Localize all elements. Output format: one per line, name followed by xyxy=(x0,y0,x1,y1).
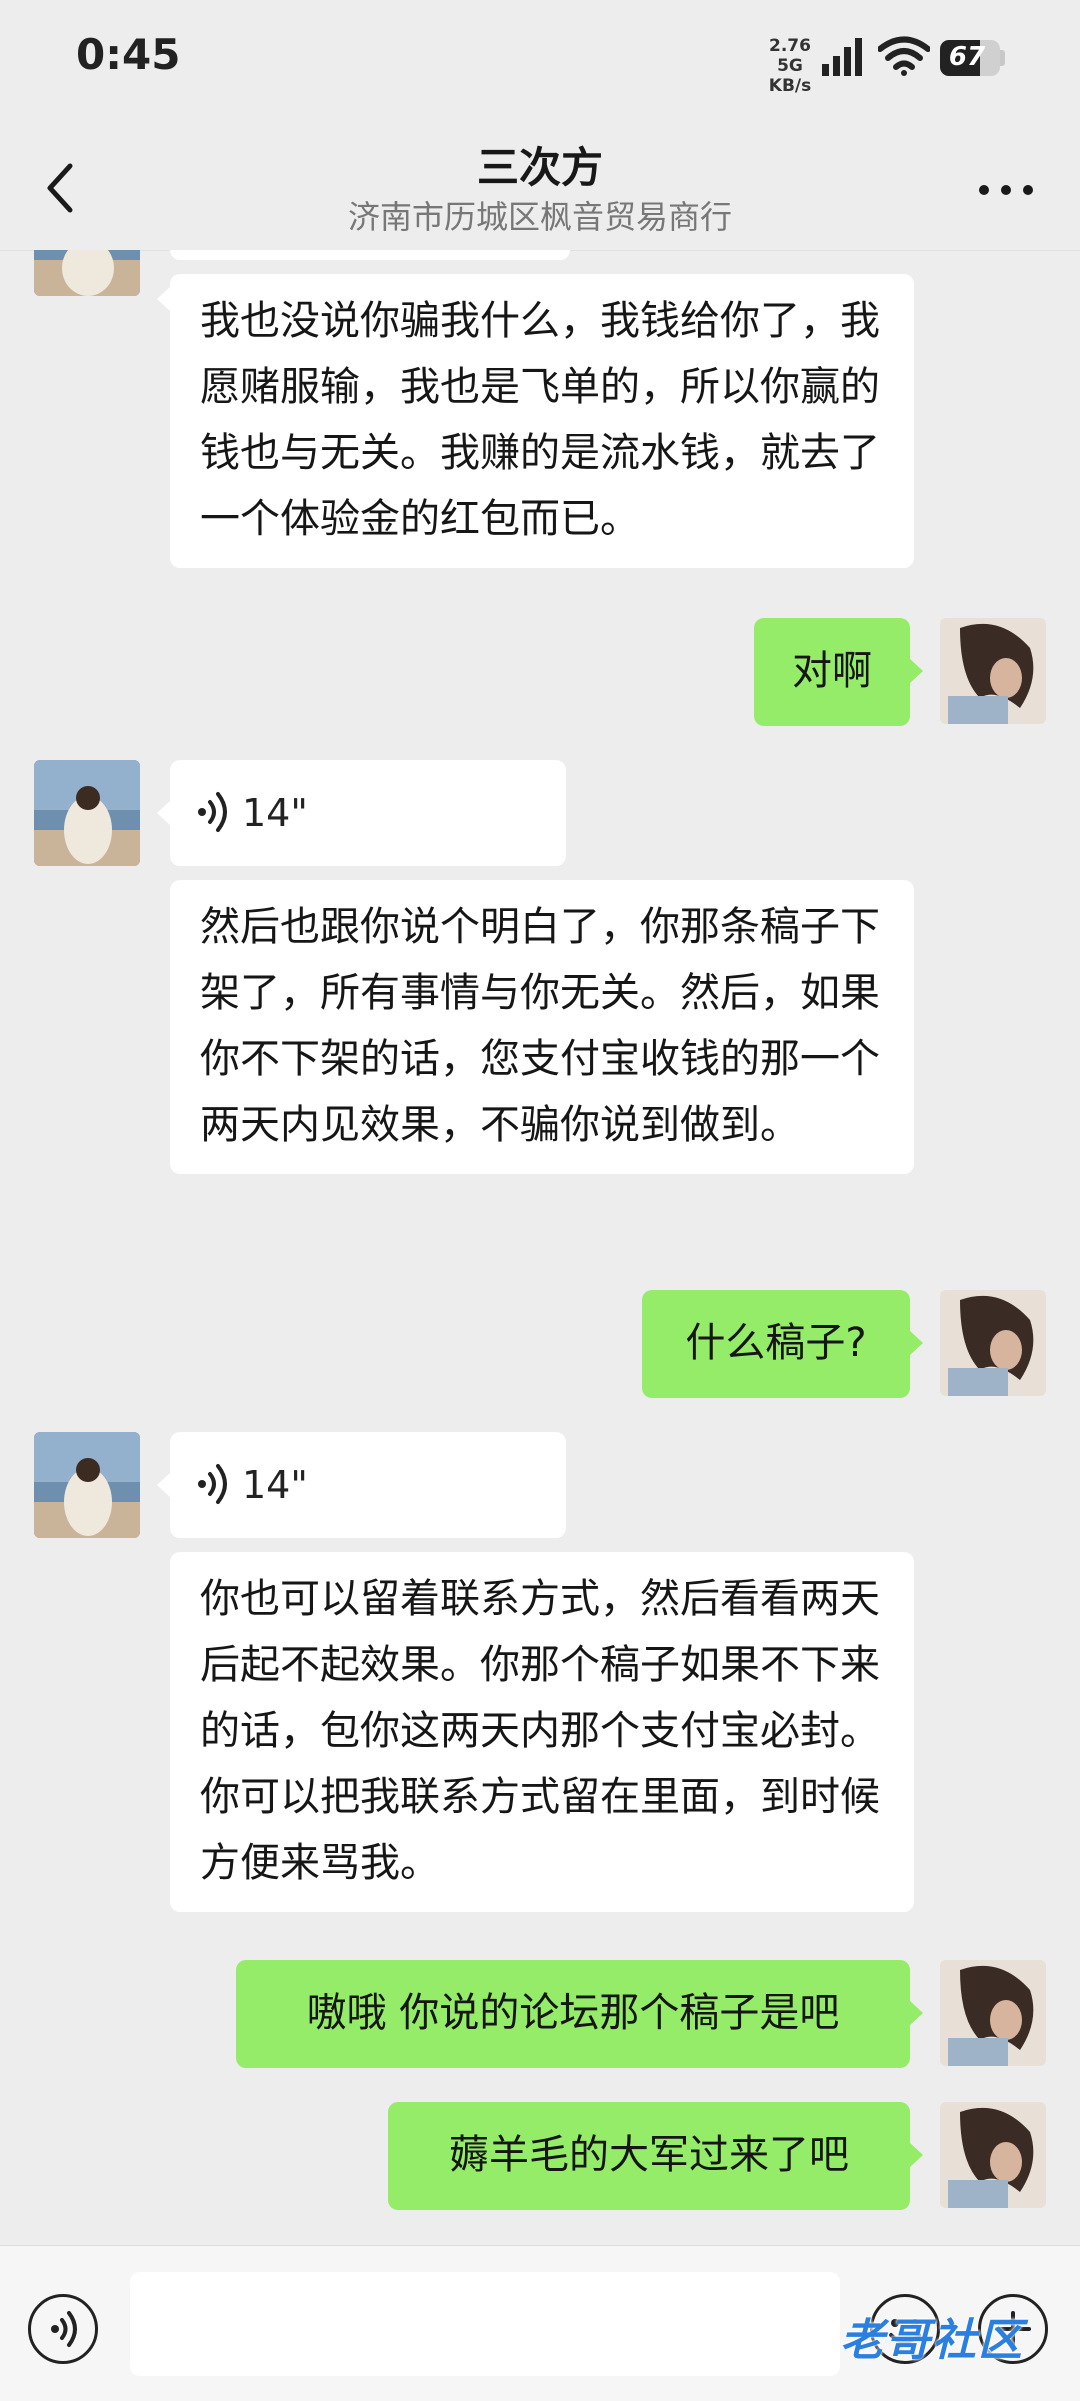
signal-icon xyxy=(822,38,862,76)
message-text: 我也没说你骗我什么，我钱给你了，我愿赌服输，我也是飞单的，所以你赢的钱也与无关。… xyxy=(200,298,880,542)
message-text: 嗷哦 你说的论坛那个稿子是吧 xyxy=(306,1990,840,2036)
battery-icon: 67 xyxy=(940,40,1000,76)
message-bubble[interactable]: 薅羊毛的大军过来了吧 xyxy=(388,2102,910,2210)
bubble-tail xyxy=(157,1472,171,1498)
net-speed-unit: KB/s xyxy=(768,76,812,96)
watermark: 老哥社区 xyxy=(840,2315,1024,2366)
message-bubble[interactable]: 我也没说你骗我什么，我钱给你了，我愿赌服输，我也是飞单的，所以你赢的钱也与无关。… xyxy=(170,274,914,568)
bubble-tail xyxy=(909,2142,923,2168)
message-bubble[interactable]: 嗷哦 你说的论坛那个稿子是吧 xyxy=(236,1960,910,2068)
status-time: 0:45 xyxy=(76,30,181,79)
voice-wave-icon xyxy=(198,792,227,832)
contact-avatar[interactable] xyxy=(34,250,140,296)
more-icon[interactable] xyxy=(976,180,1036,200)
message-text: 薅羊毛的大军过来了吧 xyxy=(449,2132,849,2178)
bubble-tail xyxy=(909,2000,923,2026)
status-bar: 0:45 2.76 5G KB/s 67 xyxy=(0,0,1080,120)
wifi-icon xyxy=(878,36,930,76)
message-bubble[interactable]: 对啊 xyxy=(754,618,910,726)
message-bubble-partial xyxy=(170,250,570,260)
my-avatar[interactable] xyxy=(940,2102,1046,2208)
message-bubble[interactable]: 什么稿子? xyxy=(642,1290,910,1398)
voice-duration: 14" xyxy=(242,1463,308,1507)
bubble-tail xyxy=(909,1330,923,1356)
message-text: 什么稿子? xyxy=(685,1320,867,1366)
chat-subtitle: 济南市历城区枫音贸易商行 xyxy=(347,198,732,236)
battery-level: 67 xyxy=(948,42,986,72)
bubble-tail xyxy=(157,286,171,312)
voice-wave-icon xyxy=(198,1464,227,1504)
message-bubble[interactable]: 然后也跟你说个明白了，你那条稿子下架了，所有事情与你无关。然后，如果你不下架的话… xyxy=(170,880,914,1174)
my-avatar[interactable] xyxy=(940,1960,1046,2066)
contact-avatar[interactable] xyxy=(34,760,140,866)
message-text: 你也可以留着联系方式，然后看看两天后起不起效果。你那个稿子如果不下来的话，包你这… xyxy=(200,1576,880,1886)
net-speed-value: 2.76 xyxy=(769,36,811,56)
bubble-tail xyxy=(909,658,923,684)
network-speed: 2.76 5G KB/s xyxy=(760,36,820,96)
message-text: 对啊 xyxy=(792,648,872,694)
bubble-tail xyxy=(157,800,171,826)
contact-avatar[interactable] xyxy=(34,1432,140,1538)
chat-title: 三次方 xyxy=(476,143,603,192)
message-text: 然后也跟你说个明白了，你那条稿子下架了，所有事情与你无关。然后，如果你不下架的话… xyxy=(200,904,880,1148)
voice-message[interactable]: 14" xyxy=(170,760,566,866)
battery-tip xyxy=(1000,50,1005,66)
message-bubble[interactable]: 你也可以留着联系方式，然后看看两天后起不起效果。你那个稿子如果不下来的话，包你这… xyxy=(170,1552,914,1912)
voice-message[interactable]: 14" xyxy=(170,1432,566,1538)
message-list[interactable]: 我也没说你骗我什么，我钱给你了，我愿赌服输，我也是飞单的，所以你赢的钱也与无关。… xyxy=(0,250,1080,2245)
message-input[interactable] xyxy=(130,2272,840,2376)
input-bar: 老哥社区 xyxy=(0,2245,1080,2401)
voice-duration: 14" xyxy=(242,791,308,835)
network-type: 5G xyxy=(777,56,803,76)
my-avatar[interactable] xyxy=(940,1290,1046,1396)
voice-input-icon[interactable] xyxy=(28,2294,98,2364)
chat-header: 三次方 济南市历城区枫音贸易商行 xyxy=(0,120,1080,251)
my-avatar[interactable] xyxy=(940,618,1046,724)
